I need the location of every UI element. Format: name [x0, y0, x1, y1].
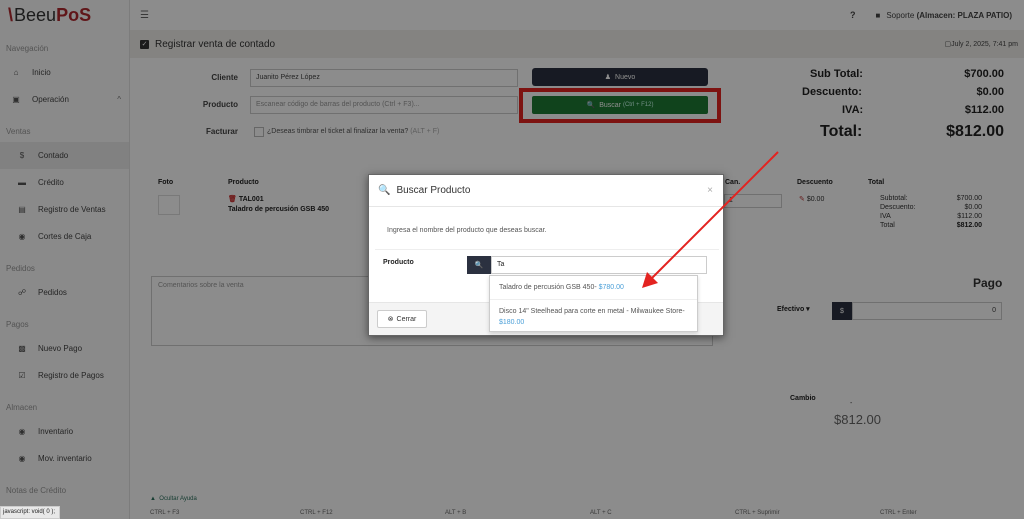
annotation-arrow: [642, 151, 779, 288]
status-bar: javascript: void( 0 );: [0, 506, 60, 519]
